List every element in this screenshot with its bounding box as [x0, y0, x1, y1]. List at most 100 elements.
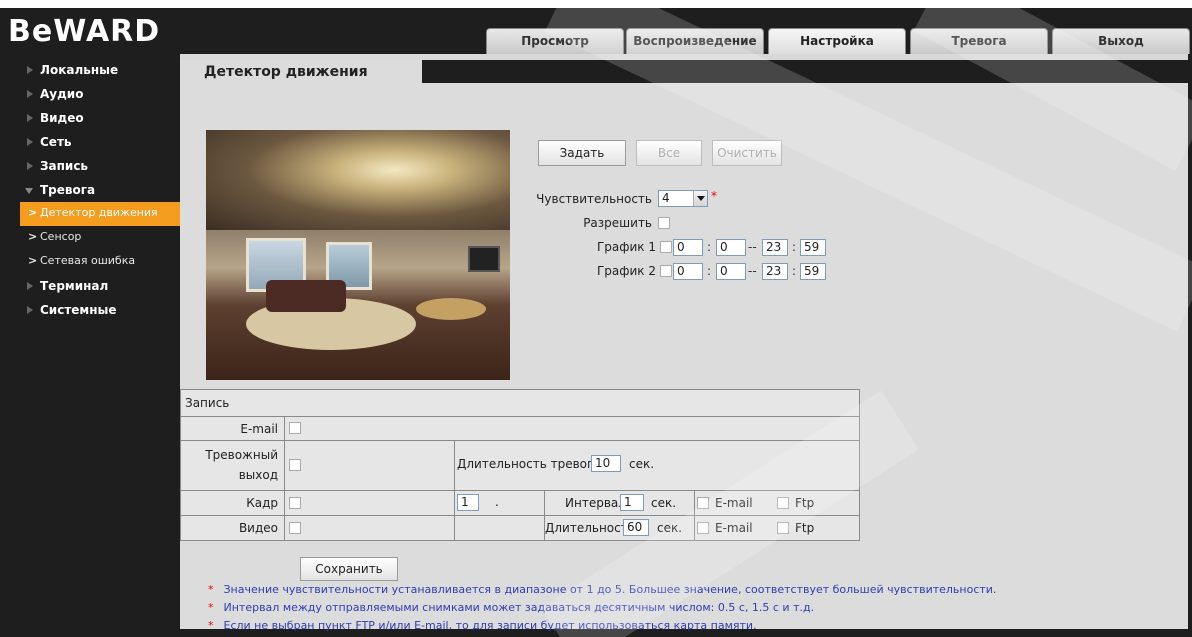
schedule1-start-hour[interactable]: 0 [673, 239, 703, 256]
preview-table [416, 298, 486, 320]
alarm-out-cell [284, 440, 455, 491]
video-email-label: E-mail [715, 520, 753, 535]
page-title: Детектор движения [180, 60, 422, 84]
schedule1-checkbox[interactable] [660, 241, 672, 253]
alarm-out-checkbox[interactable] [289, 459, 301, 472]
tab-alarm[interactable]: Тревога [910, 28, 1048, 54]
schedule1-start-minute[interactable]: 0 [716, 239, 746, 256]
tab-settings[interactable]: Настройка [768, 28, 906, 54]
sidebar-item-audio[interactable]: Аудио [20, 82, 180, 106]
email-checkbox[interactable] [289, 422, 301, 435]
frame-count-cell: 1 . [454, 489, 545, 516]
video-email-checkbox[interactable] [697, 521, 709, 534]
sec-label: сек. [657, 520, 683, 535]
sidebar-subitem-label: Детектор движения [40, 206, 158, 219]
save-button[interactable]: Сохранить [300, 557, 398, 581]
table-row: Тревожный выход Длительность тревоги 10 с… [180, 440, 860, 491]
sensitivity-value: 4 [662, 191, 670, 205]
sidebar-item-video[interactable]: Видео [20, 106, 180, 130]
duration-input[interactable]: 60 [623, 518, 649, 536]
preview-ceiling [206, 130, 510, 230]
sidebar-item-alarm[interactable]: Тревога [20, 178, 180, 202]
note-text: Если не выбран пункт FTP и/или E-mail, т… [223, 619, 757, 632]
sidebar-item-label: Видео [40, 111, 84, 125]
triangle-right-icon [27, 114, 33, 122]
time-separator: : [707, 264, 712, 278]
frame-count-input[interactable]: 1 [457, 493, 479, 511]
set-area-button[interactable]: Задать [538, 140, 626, 166]
select-all-button[interactable]: Все [636, 140, 702, 166]
triangle-right-icon [27, 138, 33, 146]
sidebar-item-record[interactable]: Запись [20, 154, 180, 178]
tab-logout[interactable]: Выход [1052, 28, 1190, 54]
note-text: Интервал между отправляемыми снимками мо… [223, 601, 815, 614]
schedule2-end-hour[interactable]: 23 [762, 263, 788, 280]
schedule2-checkbox[interactable] [660, 265, 672, 277]
interval-cell: Интервал 1 сек. [544, 489, 695, 516]
interval-label: Интервал [565, 495, 626, 510]
schedule1-end-minute[interactable]: 59 [800, 239, 826, 256]
alarm-out-label-line2: выход [238, 468, 278, 483]
frame-checkbox[interactable] [289, 496, 301, 509]
note-star: * [208, 601, 214, 614]
note-interval: * Интервал между отправляемыми снимками м… [208, 601, 814, 614]
camera-preview[interactable] [206, 130, 510, 380]
enable-checkbox[interactable] [658, 217, 670, 229]
schedule2-label: График 2 [596, 264, 656, 278]
email-label: E-mail [180, 416, 285, 442]
required-mark: * [711, 189, 717, 203]
sidebar-item-label: Аудио [40, 87, 84, 101]
note-star: * [208, 583, 214, 596]
time-separator: : [792, 240, 797, 254]
sidebar-subitem-motion-detector[interactable]: > Детектор движения [20, 202, 180, 226]
sidebar-item-label: Системные [40, 303, 117, 317]
sidebar-item-network[interactable]: Сеть [20, 130, 180, 154]
sidebar-item-label: Тревога [40, 183, 96, 197]
preview-tv [468, 246, 500, 272]
frame-targets-cell: E-mail Ftp [694, 489, 860, 516]
frame-cell [284, 489, 455, 516]
sensitivity-select[interactable]: 4 [658, 190, 708, 207]
chevron-right-icon: > [28, 254, 38, 267]
schedule2-end-minute[interactable]: 59 [800, 263, 826, 280]
sidebar-subitem-sensor[interactable]: > Сенсор [20, 226, 180, 250]
alarm-duration-cell: Длительность тревоги 10 сек. [454, 440, 860, 491]
frame-email-label: E-mail [715, 495, 753, 510]
sidebar-item-system[interactable]: Системные [20, 298, 180, 322]
schedule2-start-minute[interactable]: 0 [716, 263, 746, 280]
triangle-right-icon [27, 306, 33, 314]
schedule2-start-hour[interactable]: 0 [673, 263, 703, 280]
video-checkbox[interactable] [289, 521, 301, 534]
table-row: E-mail [180, 416, 860, 442]
frame-ftp-label: Ftp [795, 495, 815, 510]
alarm-out-label-line1: Тревожный [205, 448, 278, 463]
triangle-right-icon [27, 162, 33, 170]
tab-playback[interactable]: Воспроизведение [626, 28, 764, 54]
duration-cell: Длительность 60 сек. [544, 514, 695, 542]
triangle-down-icon [25, 188, 33, 194]
brand-logo: BeWARD [8, 14, 161, 49]
alarm-out-label: Тревожный выход [180, 440, 285, 491]
sidebar-item-terminal[interactable]: Терминал [20, 274, 180, 298]
table-row: Кадр 1 . Интервал 1 сек. E-mail Ftp [180, 489, 860, 516]
sidebar-item-label: Сеть [40, 135, 72, 149]
clear-area-button[interactable]: Очистить [712, 140, 782, 166]
video-cell [284, 514, 455, 542]
sidebar-item-label: Запись [40, 159, 89, 173]
interval-input[interactable]: 1 [620, 493, 644, 511]
range-separator: -- [748, 264, 757, 278]
frame-ftp-checkbox[interactable] [777, 496, 789, 509]
record-table: Запись E-mail Тревожный выход Длительност… [180, 388, 860, 542]
alarm-duration-input[interactable]: 10 [591, 455, 621, 473]
preview-sofa [266, 280, 346, 312]
sidebar-subitem-network-error[interactable]: > Сетевая ошибка [20, 250, 180, 274]
sidebar: Локальные Аудио Видео Сеть Запись Тревог… [20, 58, 180, 322]
tab-view[interactable]: Просмотр [486, 28, 624, 54]
sidebar-item-local[interactable]: Локальные [20, 58, 180, 82]
sidebar-subitem-label: Сетевая ошибка [40, 254, 136, 267]
schedule1-end-hour[interactable]: 23 [762, 239, 788, 256]
sidebar-item-label: Терминал [40, 279, 109, 293]
video-ftp-checkbox[interactable] [777, 521, 789, 534]
frame-email-checkbox[interactable] [697, 496, 709, 509]
sec-label: сек. [629, 457, 655, 472]
